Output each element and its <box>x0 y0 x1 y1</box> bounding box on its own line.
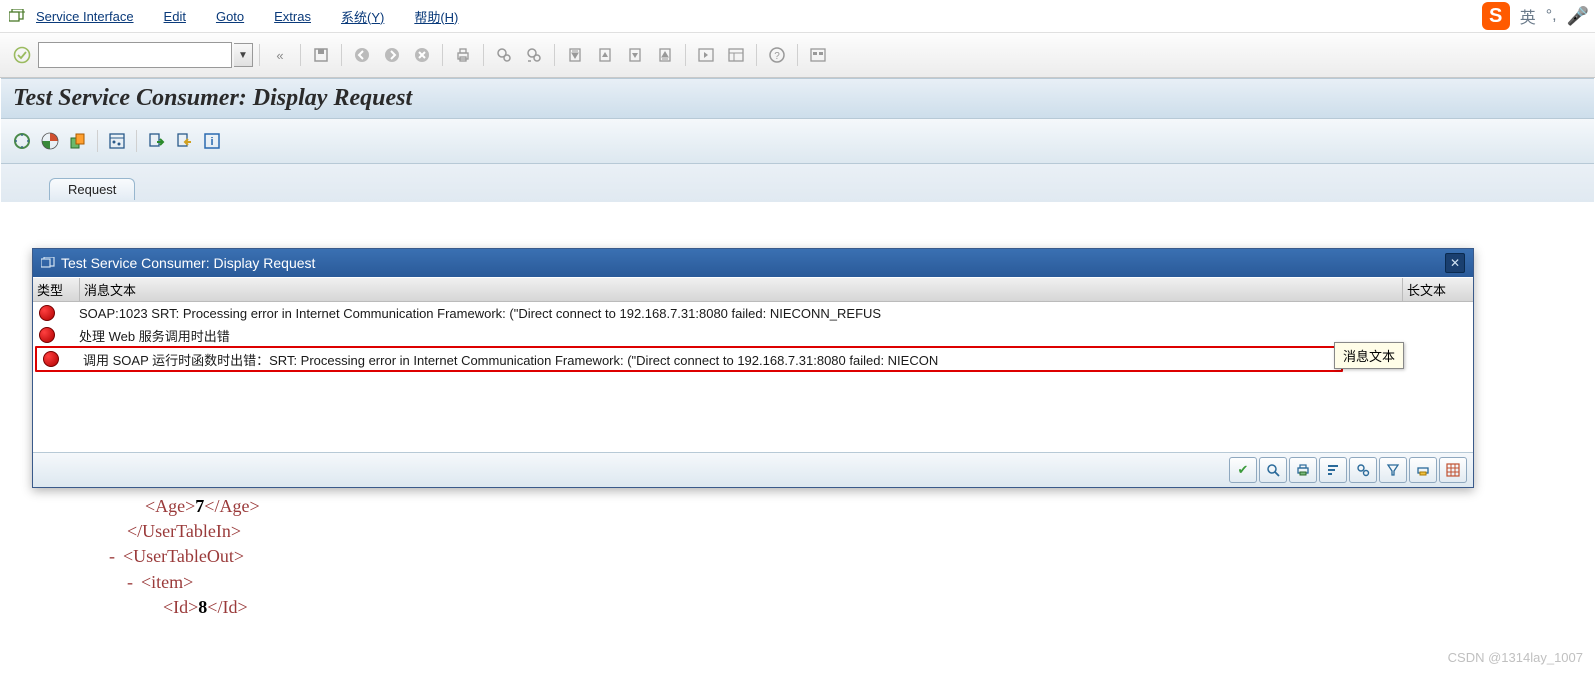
import-button[interactable] <box>143 128 169 154</box>
save-button[interactable] <box>307 41 335 69</box>
menu-service-interface[interactable]: Service Interface <box>36 9 134 24</box>
page-title-row: Test Service Consumer: Display Request <box>1 78 1594 119</box>
xml-editor-button[interactable] <box>104 128 130 154</box>
back-icon[interactable] <box>348 41 376 69</box>
confirm-button[interactable]: ✔ <box>1229 457 1257 483</box>
message-header: 类型 消息文本 长文本 <box>33 277 1473 302</box>
dialog-footer: ✔ <box>33 452 1473 487</box>
separator <box>341 44 342 66</box>
command-input[interactable] <box>38 42 232 68</box>
separator <box>797 44 798 66</box>
next-page-button[interactable] <box>621 41 649 69</box>
col-longtext[interactable]: 长文本 <box>1403 278 1473 301</box>
separator <box>259 44 260 66</box>
menu-system[interactable]: 系统(Y) <box>341 7 384 26</box>
app-toolbar: i <box>1 119 1594 164</box>
menu-goto[interactable]: Goto <box>216 9 244 24</box>
command-dropdown[interactable]: ▼ <box>234 43 253 67</box>
page-title: Test Service Consumer: Display Request <box>13 85 1582 112</box>
message-row[interactable]: SOAP:1023 SRT: Processing error in Inter… <box>33 302 1473 324</box>
print-button[interactable] <box>449 41 477 69</box>
menu-help[interactable]: 帮助(H) <box>414 7 458 26</box>
find-button[interactable] <box>1349 457 1377 483</box>
layout-button[interactable] <box>1439 457 1467 483</box>
last-page-button[interactable] <box>651 41 679 69</box>
cancel-icon[interactable] <box>408 41 436 69</box>
ime-lang[interactable]: 英 <box>1520 4 1536 28</box>
close-button[interactable]: ✕ <box>1445 253 1465 273</box>
message-list: SOAP:1023 SRT: Processing error in Inter… <box>33 302 1473 452</box>
ime-indicator: S 英 °, 🎤 <box>1482 2 1589 30</box>
mic-icon[interactable]: 🎤 <box>1567 6 1589 27</box>
tab-strip: Request <box>1 164 1594 202</box>
help-button[interactable]: ? <box>763 41 791 69</box>
execute-button[interactable] <box>9 128 35 154</box>
layout-button[interactable] <box>722 41 750 69</box>
menu-extras[interactable]: Extras <box>274 9 311 24</box>
ime-sep: °, <box>1546 7 1557 25</box>
dialog-icon <box>41 257 55 269</box>
menu-edit[interactable]: Edit <box>164 9 186 24</box>
watermark: CSDN @1314lay_1007 <box>1448 650 1583 665</box>
find-button[interactable] <box>490 41 518 69</box>
col-type[interactable]: 类型 <box>33 278 80 301</box>
lp-button[interactable] <box>65 128 91 154</box>
separator <box>554 44 555 66</box>
separator <box>685 44 686 66</box>
filter-button[interactable] <box>1379 457 1407 483</box>
separator <box>483 44 484 66</box>
find-next-button[interactable] <box>520 41 548 69</box>
message-dialog: Test Service Consumer: Display Request ✕… <box>32 248 1474 488</box>
menu-bar: Service Interface Edit Goto Extras 系统(Y)… <box>0 0 1595 33</box>
col-message[interactable]: 消息文本 <box>80 278 1403 301</box>
sogou-logo-icon: S <box>1482 2 1510 30</box>
sort-button[interactable] <box>1319 457 1347 483</box>
error-icon <box>33 305 77 321</box>
dialog-titlebar[interactable]: Test Service Consumer: Display Request ✕ <box>33 249 1473 277</box>
prev-page-button[interactable] <box>591 41 619 69</box>
message-row[interactable]: 处理 Web 服务调用时出错 <box>33 324 1473 346</box>
separator <box>442 44 443 66</box>
customize-button[interactable] <box>804 41 832 69</box>
enter-button[interactable] <box>8 41 36 69</box>
main-toolbar: ▼ « ? <box>0 33 1595 78</box>
message-row[interactable]: 调用 SOAP 运行时函数时出错：SRT: Processing error i… <box>37 348 1341 370</box>
first-page-button[interactable] <box>561 41 589 69</box>
separator <box>756 44 757 66</box>
tab-request[interactable]: Request <box>49 178 135 200</box>
tooltip: 消息文本 <box>1334 342 1404 369</box>
export-button[interactable] <box>171 128 197 154</box>
separator <box>136 130 137 152</box>
back-button[interactable]: « <box>266 41 294 69</box>
export-button[interactable] <box>1409 457 1437 483</box>
svg-text:i: i <box>210 136 213 148</box>
separator <box>300 44 301 66</box>
forward-icon[interactable] <box>378 41 406 69</box>
debug-button[interactable] <box>37 128 63 154</box>
new-session-button[interactable] <box>692 41 720 69</box>
detail-button[interactable] <box>1259 457 1287 483</box>
menu-icon[interactable] <box>8 7 26 25</box>
svg-text:?: ? <box>774 51 780 62</box>
print-button[interactable] <box>1289 457 1317 483</box>
error-icon <box>33 327 77 343</box>
info-button[interactable]: i <box>199 128 225 154</box>
separator <box>97 130 98 152</box>
error-icon <box>37 351 81 367</box>
dialog-title: Test Service Consumer: Display Request <box>61 255 315 271</box>
